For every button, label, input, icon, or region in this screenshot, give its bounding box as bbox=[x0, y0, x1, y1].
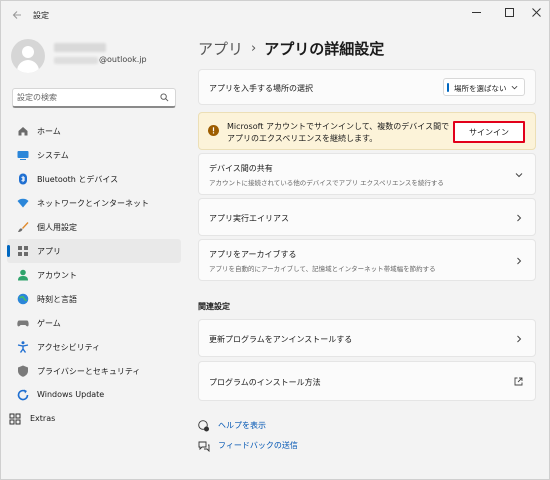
app-source-title: アプリを入手する場所の選択 bbox=[209, 84, 313, 93]
archive-title: アプリをアーカイブする bbox=[209, 250, 297, 259]
gamepad-icon bbox=[17, 317, 29, 329]
help-icon bbox=[198, 420, 209, 432]
sidebar-item-time-language[interactable]: 時刻と言語 bbox=[7, 287, 181, 311]
sidebar-item-label: Extras bbox=[30, 414, 56, 423]
sidebar-item-privacy[interactable]: プライバシーとセキュリティ bbox=[7, 359, 181, 383]
search-icon bbox=[160, 93, 169, 102]
feedback-icon bbox=[198, 441, 210, 452]
sidebar-item-windows-update[interactable]: Windows Update bbox=[7, 383, 181, 407]
minimize-icon bbox=[471, 11, 481, 13]
help-link-text[interactable]: ヘルプを表示 bbox=[218, 420, 266, 431]
dropdown-value: 場所を選ばない bbox=[454, 84, 507, 93]
warning-line-1: Microsoft アカウントでサインインして、複数のデバイス間で bbox=[227, 122, 450, 131]
sidebar-item-apps[interactable]: アプリ bbox=[7, 239, 181, 263]
install-howto-card[interactable]: プログラムのインストール方法 bbox=[198, 361, 536, 401]
close-icon bbox=[531, 7, 541, 17]
sidebar-item-accounts[interactable]: アカウント bbox=[7, 263, 181, 287]
sidebar-item-label: アクセシビリティ bbox=[37, 343, 101, 352]
sidebar-item-label: ゲーム bbox=[37, 319, 61, 328]
network-icon bbox=[17, 197, 29, 209]
sidebar-item-accessibility[interactable]: アクセシビリティ bbox=[7, 335, 181, 359]
sidebar-item-label: アプリ bbox=[37, 247, 61, 256]
sidebar-item-personalization[interactable]: 個人用設定 bbox=[7, 215, 181, 239]
feedback-link-text[interactable]: フィードバックの送信 bbox=[218, 440, 298, 451]
minimize-button[interactable] bbox=[461, 1, 491, 23]
sidebar-item-home[interactable]: ホーム bbox=[7, 119, 181, 143]
share-title: デバイス間の共有 bbox=[209, 164, 273, 173]
system-icon bbox=[17, 149, 29, 161]
settings-window: 設定 @outlook.jp ホーム システム bbox=[0, 0, 550, 480]
chevron-right-icon bbox=[517, 214, 522, 222]
install-howto-title: プログラムのインストール方法 bbox=[209, 378, 321, 387]
sidebar-item-label: 時刻と言語 bbox=[37, 295, 77, 304]
chevron-down-icon bbox=[515, 173, 523, 178]
title-bar: 設定 bbox=[1, 1, 549, 31]
account-icon bbox=[17, 269, 29, 281]
sidebar-item-label: プライバシーとセキュリティ bbox=[37, 367, 141, 376]
sidebar-item-label: ホーム bbox=[37, 127, 61, 136]
maximize-button[interactable] bbox=[494, 1, 524, 23]
sidebar-item-label: 個人用設定 bbox=[37, 223, 77, 232]
share-subtitle: アカウントに接続されている他のデバイスでアプリ エクスペリエンスを続行する bbox=[209, 179, 444, 187]
breadcrumb-parent[interactable]: アプリ bbox=[198, 38, 243, 59]
chevron-right-icon bbox=[517, 257, 522, 265]
extras-icon bbox=[9, 413, 21, 425]
page-title: アプリの詳細設定 bbox=[264, 39, 385, 58]
back-arrow-icon bbox=[12, 11, 21, 19]
uninstall-title: 更新プログラムをアンインストールする bbox=[209, 335, 353, 344]
bluetooth-icon bbox=[17, 173, 29, 185]
related-settings-heading: 関連設定 bbox=[198, 302, 230, 311]
sidebar-item-gaming[interactable]: ゲーム bbox=[7, 311, 181, 335]
avatar bbox=[11, 39, 45, 73]
profile-email: @outlook.jp bbox=[99, 55, 147, 64]
back-button[interactable] bbox=[7, 6, 27, 24]
apps-icon bbox=[17, 245, 29, 257]
app-source-card: アプリを入手する場所の選択 場所を選ばない bbox=[198, 69, 536, 105]
signin-warning-banner: Microsoft アカウントでサインインして、複数のデバイス間で アプリのエク… bbox=[198, 112, 536, 150]
sidebar-item-bluetooth[interactable]: Bluetooth とデバイス bbox=[7, 167, 181, 191]
profile-email-redacted bbox=[54, 57, 98, 64]
update-icon bbox=[17, 389, 29, 401]
search-box[interactable] bbox=[12, 88, 176, 108]
signin-button[interactable]: サインイン bbox=[453, 121, 525, 143]
share-across-devices-card[interactable]: デバイス間の共有 アカウントに接続されている他のデバイスでアプリ エクスペリエン… bbox=[198, 153, 536, 195]
home-icon bbox=[17, 125, 29, 137]
search-input[interactable] bbox=[17, 93, 157, 102]
alias-title: アプリ実行エイリアス bbox=[209, 214, 289, 223]
close-button[interactable] bbox=[521, 1, 550, 23]
app-title: 設定 bbox=[33, 11, 49, 20]
sidebar-item-label: システム bbox=[37, 151, 69, 160]
sidebar-item-label: Windows Update bbox=[37, 390, 105, 399]
maximize-icon bbox=[504, 7, 514, 17]
profile-name-redacted bbox=[54, 43, 106, 52]
external-link-icon bbox=[514, 377, 523, 386]
sidebar-item-label: アカウント bbox=[37, 271, 77, 280]
breadcrumb-separator: › bbox=[251, 40, 257, 56]
app-source-dropdown[interactable]: 場所を選ばない bbox=[443, 78, 525, 96]
sidebar-nav: ホーム システム Bluetooth とデバイス ネットワークとインターネット … bbox=[7, 119, 181, 431]
sidebar-item-label: Bluetooth とデバイス bbox=[37, 175, 119, 184]
chevron-right-icon bbox=[517, 335, 522, 343]
archive-subtitle: アプリを自動的にアーカイブして、記憶域とインターネット帯域幅を節約する bbox=[209, 265, 436, 273]
sidebar-item-extras[interactable]: Extras bbox=[7, 407, 181, 431]
chevron-down-icon bbox=[511, 85, 518, 90]
shield-icon bbox=[17, 365, 29, 377]
warning-text: Microsoft アカウントでサインインして、複数のデバイス間で アプリのエク… bbox=[227, 121, 449, 145]
breadcrumb: アプリ › アプリの詳細設定 bbox=[198, 35, 384, 61]
archive-apps-card[interactable]: アプリをアーカイブする アプリを自動的にアーカイブして、記憶域とインターネット帯… bbox=[198, 239, 536, 281]
warning-line-2: アプリのエクスペリエンスを継続します。 bbox=[227, 134, 378, 143]
sidebar-item-system[interactable]: システム bbox=[7, 143, 181, 167]
app-execution-alias-card[interactable]: アプリ実行エイリアス bbox=[198, 198, 536, 236]
uninstall-updates-card[interactable]: 更新プログラムをアンインストールする bbox=[198, 319, 536, 357]
globe-clock-icon bbox=[17, 293, 29, 305]
sidebar-item-label: ネットワークとインターネット bbox=[37, 199, 149, 208]
warning-icon bbox=[208, 125, 219, 136]
accessibility-icon bbox=[17, 341, 29, 353]
brush-icon bbox=[17, 221, 29, 233]
sidebar-item-network[interactable]: ネットワークとインターネット bbox=[7, 191, 181, 215]
